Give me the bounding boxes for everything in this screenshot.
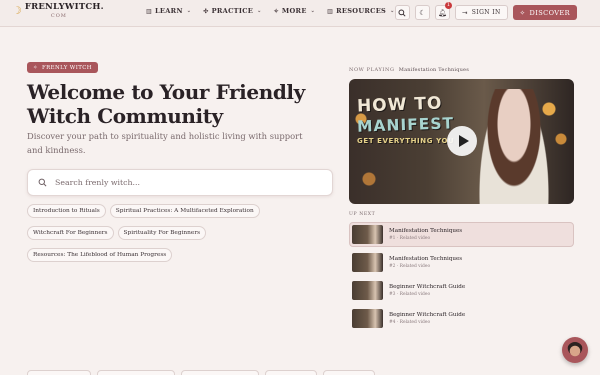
library-icon: ▥ [327, 7, 334, 15]
up-next-label: UP NEXT [349, 212, 376, 217]
nav-learn-label: LEARN [154, 7, 183, 15]
notifications-button[interactable]: 🔔︎ 1 [434, 2, 452, 20]
chat-assistant-button[interactable] [562, 337, 588, 363]
up-next-item[interactable]: Beginner Witchcraft Guide #4 · Related v… [349, 306, 574, 331]
topic-chip[interactable]: Introduction to Rituals [27, 204, 106, 218]
logo-name: FRENLYWITCH. [24, 2, 104, 12]
play-button[interactable] [447, 126, 477, 156]
search-box[interactable] [27, 169, 333, 196]
nav-practice[interactable]: ✣ PRACTICE ⌄ [203, 7, 261, 15]
sparkles-icon: ✧ [33, 64, 39, 71]
video-thumbnail [352, 253, 383, 272]
hero-tag-label: FRENLY WITCH [42, 64, 92, 71]
crescent-moon-icon: ☽ [12, 4, 22, 18]
nav-resources-label: RESOURCES [336, 7, 387, 15]
now-playing-header: NOW PLAYING Manifestation Techniques [349, 67, 469, 73]
thumbnail-text-line3: GET EVERYTHING YOU [357, 137, 455, 145]
notification-badge: 1 [444, 2, 452, 9]
content-card[interactable] [265, 370, 317, 375]
video-thumbnail [352, 309, 383, 328]
sign-in-button[interactable]: ⇥ SIGN IN [454, 5, 508, 20]
now-playing-label: NOW PLAYING [349, 67, 395, 73]
nav-more-label: MORE [281, 7, 307, 15]
topic-chips: Introduction to Rituals Spiritual Practi… [27, 204, 337, 262]
up-next-item[interactable]: Beginner Witchcraft Guide #3 · Related v… [349, 278, 574, 303]
thumbnail-text-line1: HOW TO [356, 93, 443, 117]
discover-button[interactable]: ✧ DISCOVER [512, 5, 577, 20]
up-next-item[interactable]: Manifestation Techniques #2 · Related vi… [349, 250, 574, 275]
moon-icon: ☾ [419, 8, 426, 17]
video-thumbnail-person [479, 89, 549, 204]
avatar [567, 342, 583, 358]
content-card[interactable] [181, 370, 259, 375]
topic-chip[interactable]: Witchcraft For Beginners [27, 226, 114, 240]
nav-learn[interactable]: ▥ LEARN ⌄ [146, 7, 191, 15]
up-next-meta: #1 · Related video [389, 236, 431, 241]
now-playing-title: Manifestation Techniques [398, 67, 469, 73]
sparkle-tools-icon: ✣ [203, 7, 209, 15]
up-next-title: Beginner Witchcraft Guide [389, 284, 466, 290]
header-actions: ☾ 🔔︎ 1 ⇥ SIGN IN ✧ DISCOVER [394, 2, 577, 20]
up-next-meta: #3 · Related video [389, 292, 431, 297]
page-subtitle: Discover your path to spirituality and h… [27, 131, 303, 155]
topic-chip[interactable]: Spiritual Practices: A Multifaceted Expl… [109, 204, 260, 218]
nav-practice-label: PRACTICE [211, 7, 254, 15]
content-card[interactable] [97, 370, 175, 375]
theme-toggle-button[interactable]: ☾ [414, 5, 430, 20]
video-player[interactable]: HOW TO MANIFEST GET EVERYTHING YOU [349, 79, 574, 204]
sign-in-label: SIGN IN [471, 9, 501, 16]
topic-chip[interactable]: Spirituality For Beginners [117, 226, 207, 240]
up-next-meta: #4 · Related video [389, 320, 431, 325]
up-next-title: Manifestation Techniques [389, 228, 463, 234]
content-card[interactable] [323, 370, 375, 375]
main-nav: ▥ LEARN ⌄ ✣ PRACTICE ⌄ ✧ MORE ⌄ ▥ RESOUR… [146, 7, 407, 15]
content-card[interactable] [27, 370, 91, 375]
top-header: ☽ FRENLYWITCH. COM ▥ LEARN ⌄ ✣ PRACTICE … [0, 0, 600, 27]
hero-tag: ✧ FRENLY WITCH [27, 62, 98, 73]
up-next-title: Beginner Witchcraft Guide [389, 312, 466, 318]
search-icon [398, 8, 406, 17]
up-next-item[interactable]: Manifestation Techniques #1 · Related vi… [349, 222, 574, 247]
bell-icon: 🔔︎ [437, 8, 447, 17]
search-input[interactable] [55, 178, 315, 187]
chevron-down-icon: ⌄ [186, 8, 192, 14]
bottom-card-row [27, 370, 375, 375]
topic-chip[interactable]: Resources: The Lifeblood of Human Progre… [27, 248, 173, 262]
chevron-down-icon: ⌄ [310, 8, 316, 14]
chevron-down-icon: ⌄ [257, 8, 262, 14]
site-logo[interactable]: ☽ FRENLYWITCH. COM [12, 3, 104, 19]
book-icon: ▥ [146, 7, 152, 15]
up-next-meta: #2 · Related video [389, 264, 431, 269]
sparkles-icon: ✧ [519, 8, 526, 17]
discover-label: DISCOVER [529, 8, 570, 17]
chevron-down-icon: ⌄ [390, 8, 395, 14]
thumbnail-text-line2: MANIFEST [356, 114, 455, 136]
nav-resources[interactable]: ▥ RESOURCES ⌄ [327, 7, 394, 15]
up-next-title: Manifestation Techniques [389, 256, 463, 262]
page-title: Welcome to Your Friendly Witch Community [27, 80, 305, 128]
logo-suffix: COM [50, 12, 67, 19]
sparkles-icon: ✧ [273, 7, 279, 15]
login-icon: ⇥ [461, 8, 468, 17]
search-button[interactable] [394, 5, 410, 20]
play-icon [458, 135, 469, 147]
search-icon [38, 178, 47, 187]
nav-more[interactable]: ✧ MORE ⌄ [274, 7, 316, 15]
video-thumbnail [352, 225, 383, 244]
video-thumbnail [352, 281, 383, 300]
up-next-list: Manifestation Techniques #1 · Related vi… [349, 222, 574, 334]
